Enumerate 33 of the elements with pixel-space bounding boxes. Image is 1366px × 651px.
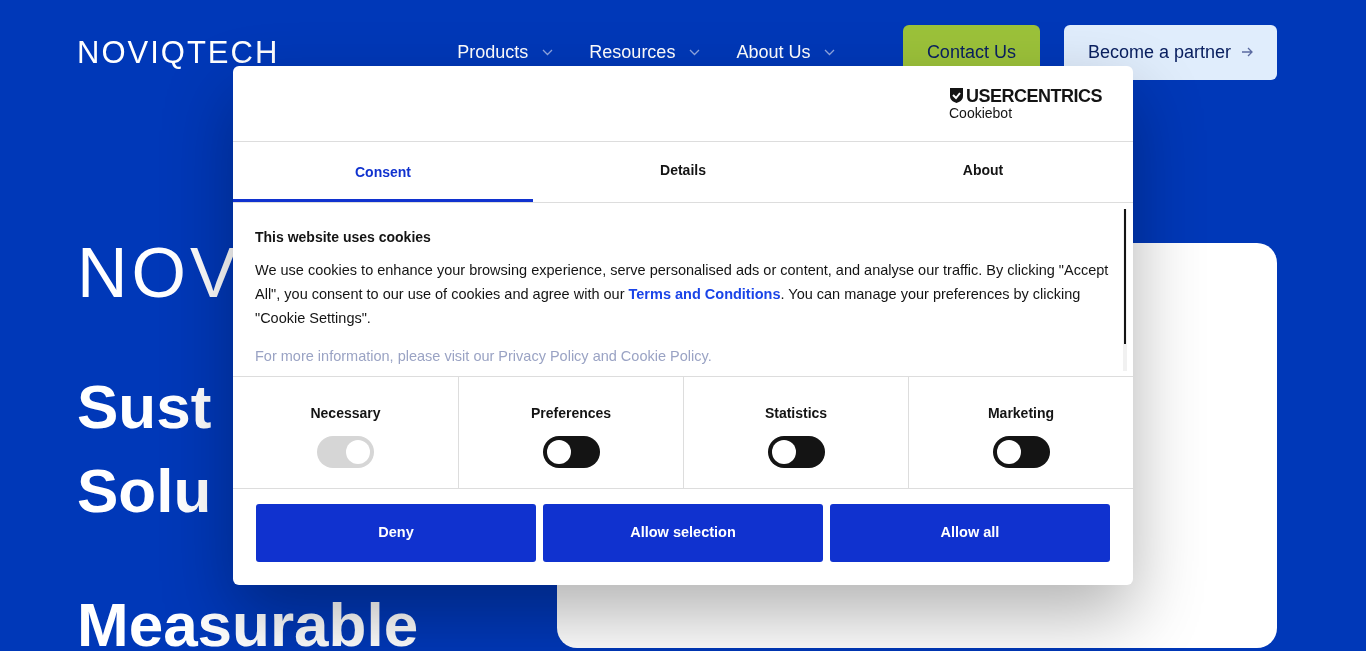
hero-logo-text: NOV — [77, 238, 241, 308]
toggle-switch[interactable] — [767, 436, 825, 468]
dialog-tab[interactable]: Consent — [233, 142, 533, 202]
terms-link[interactable]: Terms and Conditions — [628, 286, 781, 302]
cookie-description: We use cookies to enhance your browsing experience, serve personalised ads or content, and analyse our traffic. By clicking "Accept All", you consent to our use of cookies and agree with our Terms and Conditions. You can manage your preferences by clicking "Cookie Settings". — [255, 261, 1109, 328]
toggle-label: Preferences — [530, 404, 612, 423]
chevron-down-icon — [824, 48, 836, 56]
dialog-tab[interactable]: About — [833, 142, 1133, 202]
toggle-switch[interactable] — [992, 436, 1050, 468]
consent-button[interactable]: Deny — [256, 504, 536, 562]
brand-name: USERCENTRICS — [966, 86, 1102, 105]
dialog-heading: This website uses cookies — [255, 228, 432, 247]
consent-button[interactable]: Allow selection — [543, 504, 823, 562]
chevron-down-icon — [542, 48, 554, 56]
brand-subtitle: Cookiebot — [949, 104, 1014, 121]
nav-link[interactable]: Resources — [589, 38, 701, 66]
dialog-tab[interactable]: Details — [533, 142, 833, 202]
nav-link[interactable]: About Us — [736, 38, 836, 66]
site-logo[interactable]: NOVIQTECH — [77, 36, 280, 68]
partner-button[interactable]: Become a partner — [1063, 24, 1277, 80]
toggle-switch[interactable] — [542, 436, 600, 468]
headline-text: Measurable — [77, 594, 419, 651]
more-info-text: For more information, please visit our Privacy Policy and Cookie Policy. — [255, 347, 712, 366]
toggle-label: Statistics — [764, 404, 828, 423]
toggle-label: Marketing — [987, 404, 1055, 423]
consent-button[interactable]: Allow all — [830, 504, 1110, 562]
arrow-right-icon — [1241, 47, 1253, 57]
nav-link[interactable]: Products — [457, 38, 554, 66]
toggle-label: Necessary — [310, 404, 381, 423]
chevron-down-icon — [689, 48, 701, 56]
headline-text: Sust — [77, 376, 212, 438]
shield-check-icon — [949, 87, 964, 104]
headline-text: Solu — [77, 460, 212, 522]
